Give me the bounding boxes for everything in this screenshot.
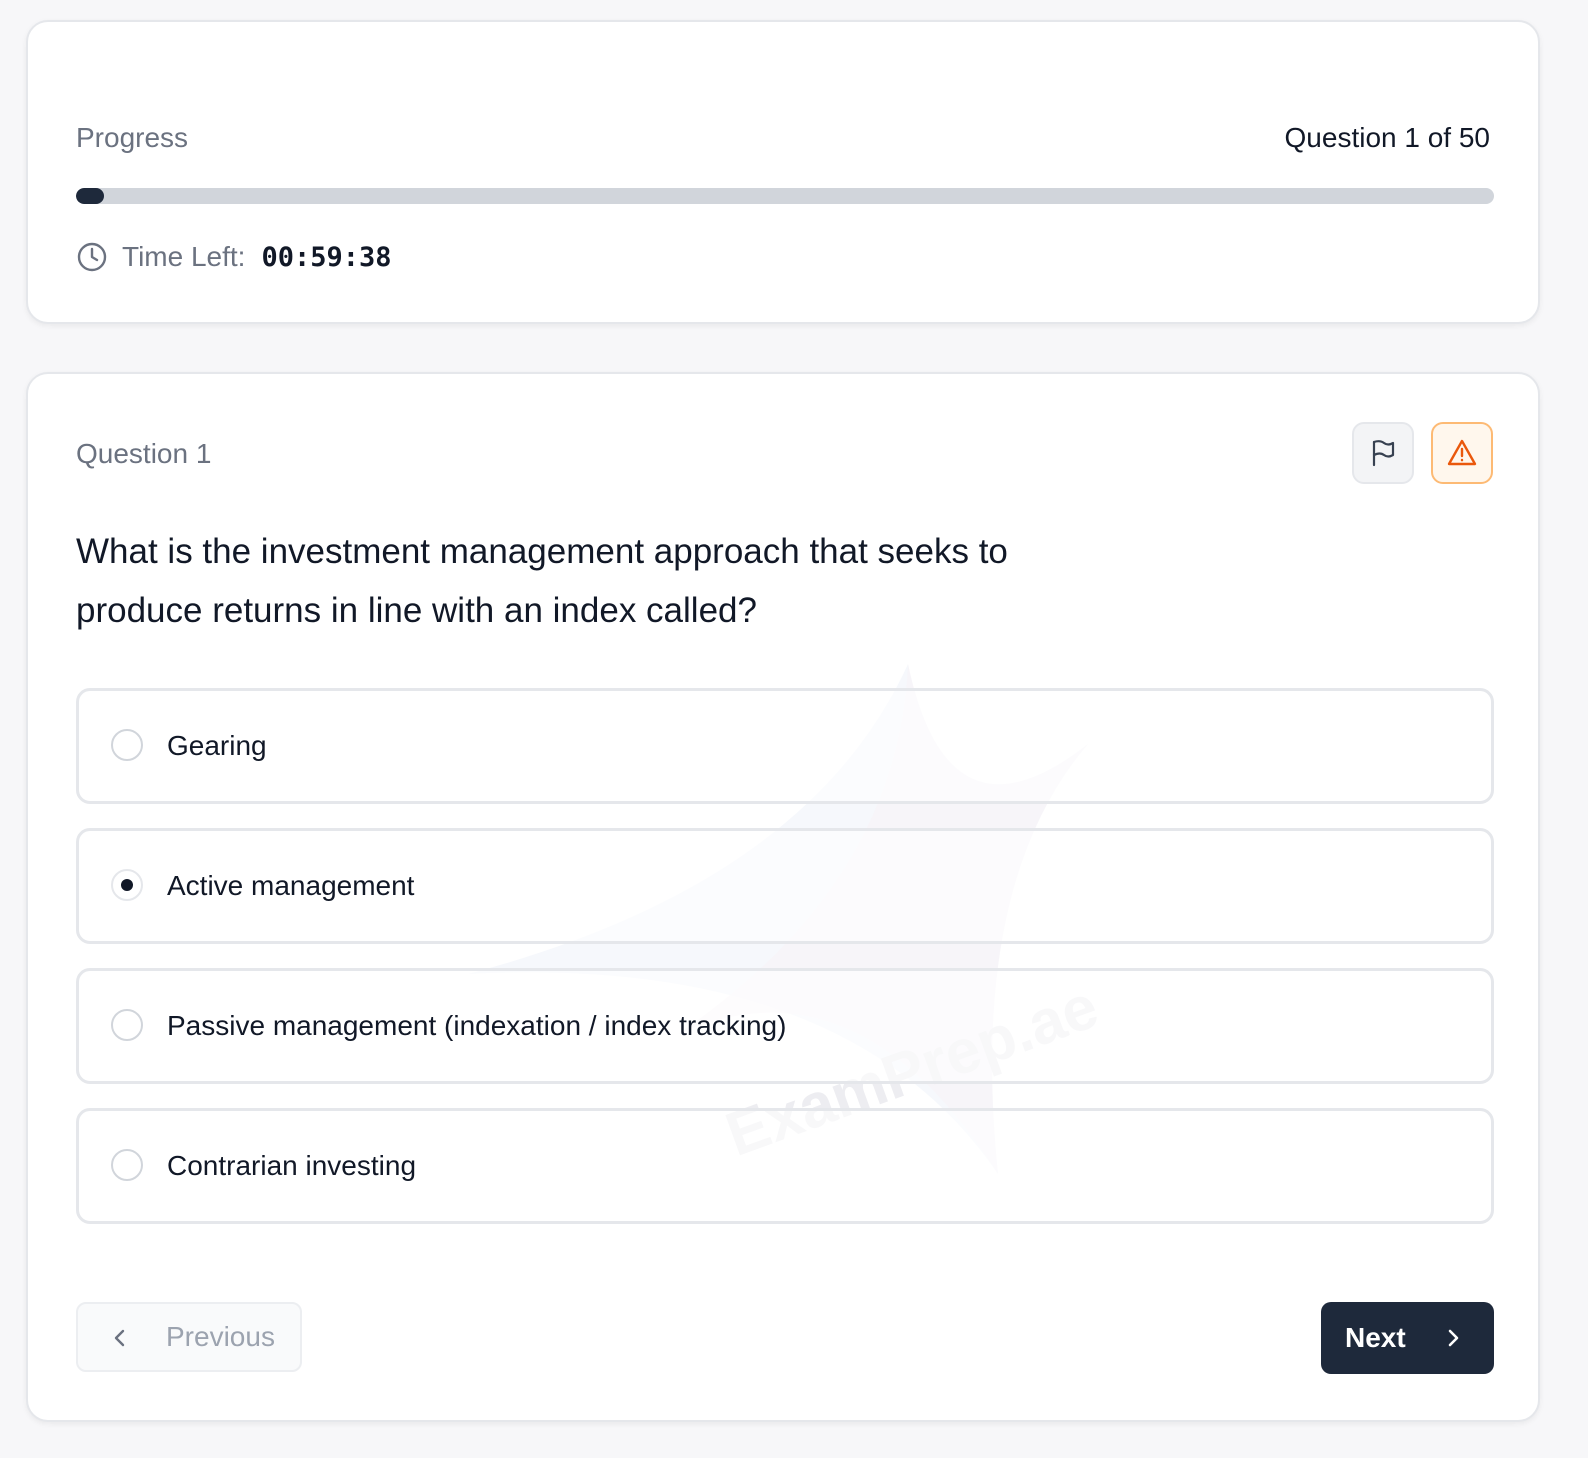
report-issue-button[interactable]	[1431, 422, 1493, 484]
timer-label: Time Left:	[122, 241, 246, 272]
chevron-left-icon	[108, 1326, 132, 1350]
answer-option-label: Active management	[167, 870, 415, 901]
answer-option[interactable]: Passive management (indexation / index t…	[76, 968, 1494, 1084]
alert-triangle-icon	[1446, 437, 1478, 469]
answer-option-label: Gearing	[167, 730, 267, 761]
answer-option-label: Contrarian investing	[167, 1150, 417, 1181]
clock-icon	[76, 241, 108, 273]
answer-option[interactable]: Contrarian investing	[76, 1108, 1494, 1224]
question-text: What is the investment management approa…	[76, 532, 1008, 630]
radio-button[interactable]	[111, 729, 143, 761]
timer-value: 00:59:38	[261, 241, 392, 273]
radio-button[interactable]	[111, 1149, 143, 1181]
radio-button[interactable]	[111, 869, 143, 901]
answer-option-label: Passive management (indexation / index t…	[167, 1010, 787, 1041]
flag-icon	[1368, 438, 1398, 468]
answer-option[interactable]: Active management	[76, 828, 1494, 944]
flag-button[interactable]	[1352, 422, 1414, 484]
next-button[interactable]: Next	[1321, 1302, 1494, 1374]
question-card: ExamPrep.ae Question 1 What is the inves…	[26, 372, 1540, 1422]
progress-bar-fill	[76, 188, 105, 204]
progress-label: Progress	[76, 122, 189, 153]
question-number: Question 1	[76, 438, 212, 469]
answer-options: Gearing Active management Passive manage…	[76, 688, 1494, 1248]
timer: Time Left: 00:59:38	[76, 240, 392, 274]
radio-button[interactable]	[111, 1009, 143, 1041]
previous-button-label: Previous	[166, 1321, 275, 1352]
chevron-right-icon	[1441, 1326, 1465, 1350]
next-button-label: Next	[1345, 1322, 1406, 1353]
previous-button[interactable]: Previous	[76, 1302, 302, 1372]
progress-card: Progress Question 1 of 50 Time Left: 00:…	[26, 20, 1540, 324]
answer-option[interactable]: Gearing	[76, 688, 1494, 804]
question-counter: Question 1 of 50	[1284, 122, 1490, 153]
progress-bar	[76, 188, 1494, 204]
